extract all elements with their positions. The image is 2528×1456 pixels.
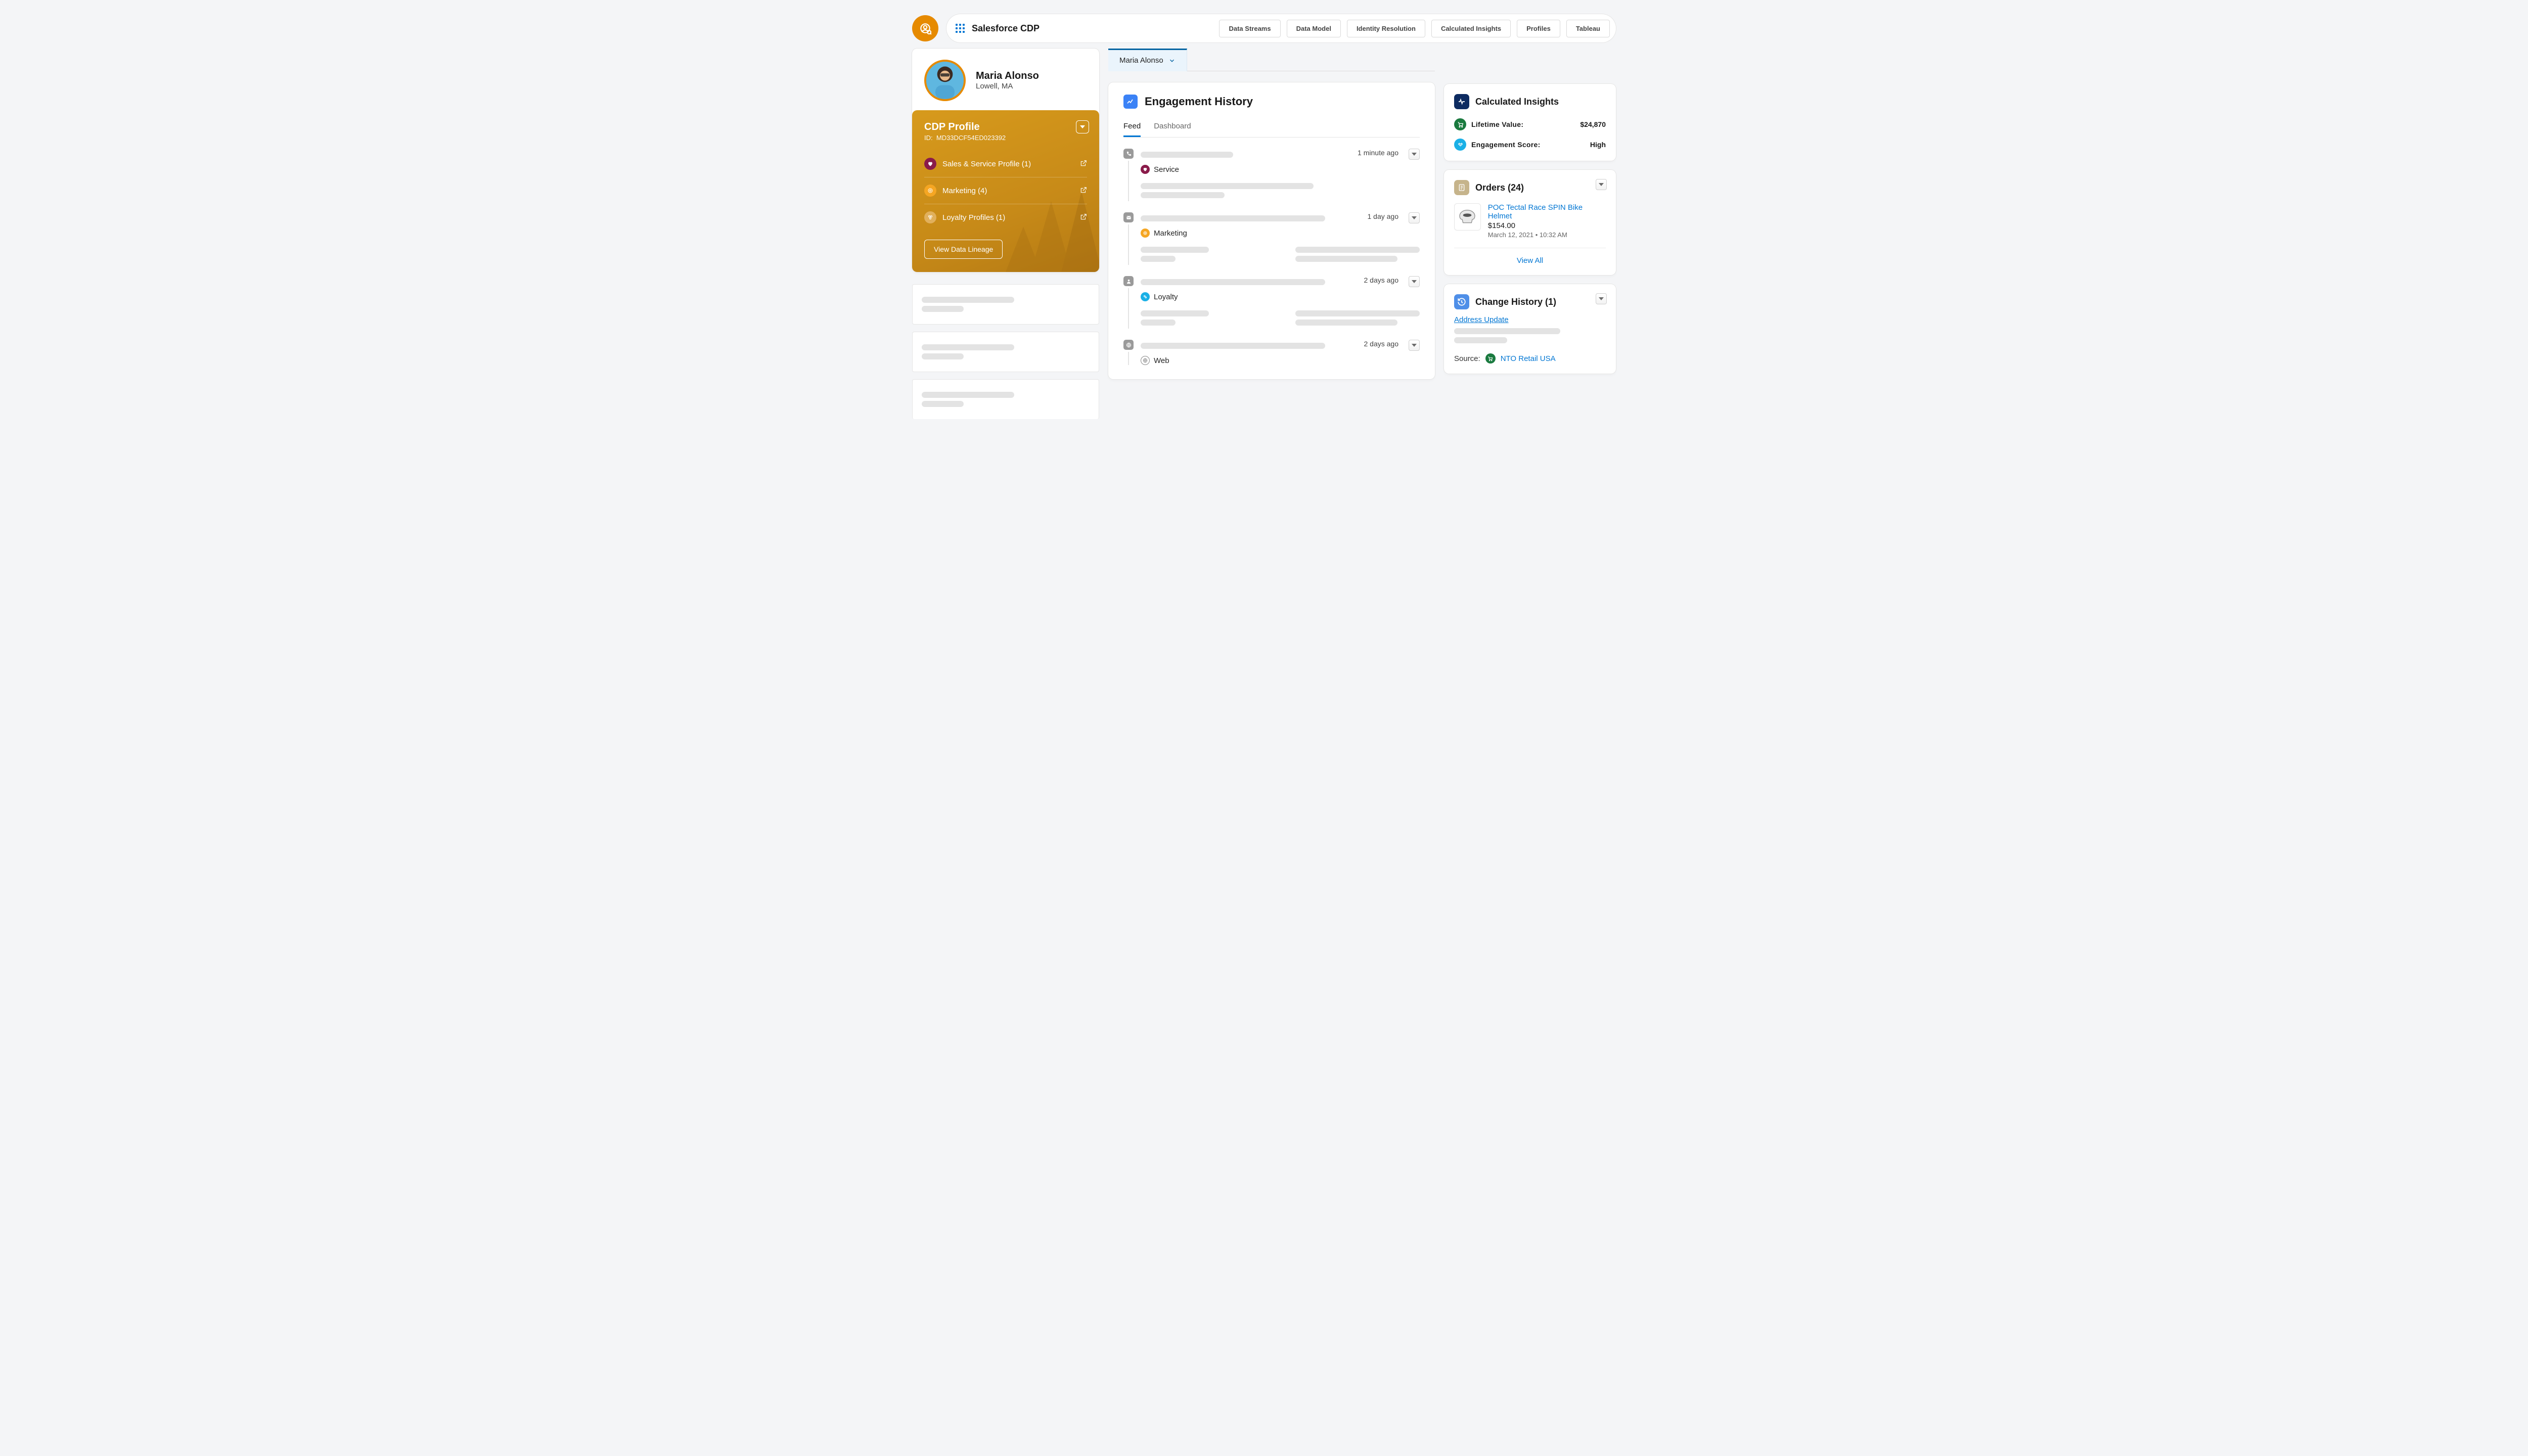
heart-icon — [924, 158, 936, 170]
nav-data-streams[interactable]: Data Streams — [1219, 20, 1280, 37]
external-link-icon[interactable] — [1080, 187, 1087, 195]
cdp-item-label: Loyalty Profiles (1) — [942, 213, 1005, 222]
chevron-down-icon — [1168, 57, 1176, 64]
cdp-profile-panel: CDP Profile ID: MD33DCF54ED023392 Sales … — [912, 110, 1099, 272]
feed-tag: Marketing — [1154, 229, 1187, 238]
feed-item-menu[interactable] — [1409, 340, 1420, 351]
feed-item-menu[interactable] — [1409, 149, 1420, 160]
feed-time: 1 minute ago — [1353, 149, 1398, 161]
profile-card: Maria Alonso Lowell, MA CDP Profile ID: … — [912, 49, 1099, 272]
calculated-insights-card: Calculated Insights Lifetime Value: $24,… — [1444, 84, 1616, 161]
target-icon — [924, 185, 936, 197]
chart-icon — [1123, 95, 1138, 109]
tab-dashboard[interactable]: Dashboard — [1154, 119, 1191, 137]
feed-timeline: 1 minute ago Service — [1123, 149, 1420, 365]
feed-item-menu[interactable] — [1409, 212, 1420, 223]
view-data-lineage-button[interactable]: View Data Lineage — [924, 240, 1003, 259]
order-date: March 12, 2021 • 10:32 AM — [1488, 231, 1606, 239]
cdp-item-sales-service[interactable]: Sales & Service Profile (1) — [924, 151, 1087, 177]
insight-row-ltv: Lifetime Value: $24,870 — [1454, 118, 1606, 130]
target-icon — [1141, 229, 1150, 238]
feed-tag: Service — [1154, 165, 1179, 174]
change-history-card-menu[interactable] — [1596, 293, 1607, 304]
change-history-link[interactable]: Address Update — [1454, 315, 1509, 324]
feed-item: 2 days ago Web — [1123, 340, 1420, 365]
handshake-icon — [1454, 139, 1466, 151]
external-link-icon[interactable] — [1080, 213, 1087, 222]
feed-item-menu[interactable] — [1409, 276, 1420, 287]
change-history-card: Change History (1) Address Update Source… — [1444, 284, 1616, 374]
cdp-title: CDP Profile — [924, 121, 1087, 133]
salesforce-logo — [912, 15, 938, 41]
tab-maria-alonso[interactable]: Maria Alonso — [1108, 49, 1187, 71]
loyalty-icon — [924, 211, 936, 223]
nav-data-model[interactable]: Data Model — [1287, 20, 1341, 37]
app-launcher-icon[interactable] — [956, 24, 965, 33]
change-history-source-link[interactable]: NTO Retail USA — [1501, 354, 1556, 363]
feed-time: 2 days ago — [1353, 340, 1398, 352]
loyalty-icon — [1141, 292, 1150, 301]
orders-card-menu[interactable] — [1596, 179, 1607, 190]
external-link-icon[interactable] — [1080, 160, 1087, 168]
orders-title: Orders (24) — [1475, 183, 1524, 193]
cdp-item-marketing[interactable]: Marketing (4) — [924, 177, 1087, 204]
nav-profiles[interactable]: Profiles — [1517, 20, 1560, 37]
nav-calculated-insights[interactable]: Calculated Insights — [1431, 20, 1511, 37]
orders-view-all-link[interactable]: View All — [1454, 256, 1606, 265]
heart-icon — [1141, 165, 1150, 174]
insight-row-engagement: Engagement Score: High — [1454, 139, 1606, 151]
profile-avatar — [924, 60, 966, 101]
profile-location: Lowell, MA — [976, 82, 1039, 90]
engagement-title: Engagement History — [1145, 95, 1253, 108]
product-thumbnail — [1454, 203, 1481, 231]
cdp-item-label: Marketing (4) — [942, 187, 987, 195]
change-history-title: Change History (1) — [1475, 297, 1556, 307]
person-icon — [1123, 276, 1134, 286]
global-header: Salesforce CDP Data Streams Data Model I… — [900, 0, 1628, 47]
cdp-id: ID: MD33DCF54ED023392 — [924, 134, 1087, 142]
insights-title: Calculated Insights — [1475, 97, 1559, 107]
nav-identity-resolution[interactable]: Identity Resolution — [1347, 20, 1425, 37]
globe-icon — [1141, 356, 1150, 365]
feed-item: 1 day ago Marketing — [1123, 212, 1420, 265]
placeholder-cards — [912, 284, 1099, 419]
cdp-collapse-button[interactable] — [1076, 120, 1089, 133]
phone-icon — [1123, 149, 1134, 159]
tab-feed[interactable]: Feed — [1123, 119, 1141, 137]
nav-tableau[interactable]: Tableau — [1566, 20, 1610, 37]
order-price: $154.00 — [1488, 221, 1606, 230]
cdp-item-loyalty[interactable]: Loyalty Profiles (1) — [924, 204, 1087, 231]
cdp-item-label: Sales & Service Profile (1) — [942, 160, 1031, 168]
orders-icon — [1454, 180, 1469, 195]
workspace-tabs: Maria Alonso — [1108, 49, 1435, 71]
feed-tag: Web — [1154, 356, 1169, 365]
engagement-history-card: Engagement History Feed Dashboard 1 minu… — [1108, 82, 1435, 379]
pulse-icon — [1454, 94, 1469, 109]
feed-time: 1 day ago — [1353, 212, 1398, 224]
order-item[interactable]: POC Tectal Race SPIN Bike Helmet $154.00… — [1454, 203, 1606, 248]
feed-tag: Loyalty — [1154, 293, 1178, 301]
change-history-source: Source: NTO Retail USA — [1454, 353, 1606, 363]
orders-card: Orders (24) POC Tectal Race SPIN Bike He… — [1444, 170, 1616, 275]
feed-time: 2 days ago — [1353, 276, 1398, 288]
cart-icon — [1454, 118, 1466, 130]
profile-name: Maria Alonso — [976, 70, 1039, 82]
mail-icon — [1123, 212, 1134, 222]
app-name: Salesforce CDP — [972, 23, 1040, 34]
store-icon — [1485, 353, 1496, 363]
feed-item: 2 days ago Loyalty — [1123, 276, 1420, 329]
order-product-name: POC Tectal Race SPIN Bike Helmet — [1488, 203, 1606, 220]
globe-icon — [1123, 340, 1134, 350]
history-icon — [1454, 294, 1469, 309]
feed-item: 1 minute ago Service — [1123, 149, 1420, 201]
